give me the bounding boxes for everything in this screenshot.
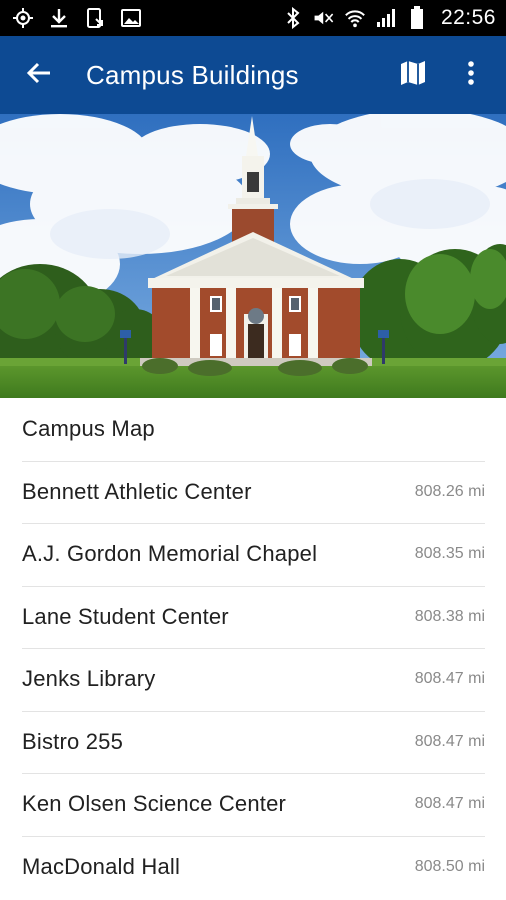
list-item-ken-olsen-science-center[interactable]: Ken Olsen Science Center 808.47 mi <box>0 773 506 836</box>
map-button[interactable] <box>384 36 442 114</box>
more-vert-icon <box>467 60 475 91</box>
overflow-menu-button[interactable] <box>442 36 500 114</box>
battery-icon <box>406 6 428 29</box>
item-name: Bistro 255 <box>22 728 124 754</box>
list-item-bennett-athletic-center[interactable]: Bennett Athletic Center 808.26 mi <box>0 460 506 524</box>
item-distance: 808.47 mi <box>414 732 485 750</box>
map-icon <box>399 59 427 92</box>
item-name: Lane Student Center <box>22 603 229 629</box>
item-name: Ken Olsen Science Center <box>22 791 287 817</box>
location-icon <box>12 7 34 29</box>
item-distance: 808.26 mi <box>414 482 485 500</box>
item-name: MacDonald Hall <box>22 853 181 879</box>
item-name: Campus Map <box>22 416 155 442</box>
back-button[interactable] <box>4 36 74 114</box>
item-distance: 808.38 mi <box>414 607 485 625</box>
list-item-lane-student-center[interactable]: Lane Student Center 808.38 mi <box>0 585 506 649</box>
mute-icon <box>313 7 335 29</box>
download-icon <box>48 7 70 29</box>
wifi-icon <box>344 7 366 29</box>
item-name: A.J. Gordon Memorial Chapel <box>22 541 318 567</box>
list-item-campus-map[interactable]: Campus Map <box>0 398 506 461</box>
list-item-jenks-library[interactable]: Jenks Library 808.47 mi <box>0 648 506 711</box>
item-name: Bennett Athletic Center <box>22 478 252 504</box>
hero-image <box>0 114 506 398</box>
arrow-back-icon <box>26 60 52 91</box>
list-item-gordon-memorial-chapel[interactable]: A.J. Gordon Memorial Chapel 808.35 mi <box>0 523 506 586</box>
list-item-macdonald-hall[interactable]: MacDonald Hall 808.50 mi <box>0 835 506 899</box>
item-name: Jenks Library <box>22 666 156 692</box>
signal-icon <box>375 7 397 29</box>
status-right-icons: 22:56 <box>282 6 496 30</box>
status-time: 22:56 <box>440 6 496 29</box>
list-item-bistro-255[interactable]: Bistro 255 808.47 mi <box>0 710 506 774</box>
item-distance: 808.35 mi <box>414 545 485 563</box>
item-distance: 808.50 mi <box>414 857 485 875</box>
status-bar: 22:56 <box>0 0 506 36</box>
item-distance: 808.47 mi <box>414 795 485 813</box>
status-left-icons <box>12 7 142 29</box>
phone-sync-icon <box>84 7 106 29</box>
page-title: Campus Buildings <box>86 59 299 90</box>
building-list: Campus Map Bennett Athletic Center 808.2… <box>0 398 506 898</box>
image-icon <box>120 7 142 29</box>
item-distance: 808.47 mi <box>414 670 485 688</box>
app-bar: Campus Buildings <box>0 36 506 114</box>
bluetooth-icon <box>282 7 304 29</box>
